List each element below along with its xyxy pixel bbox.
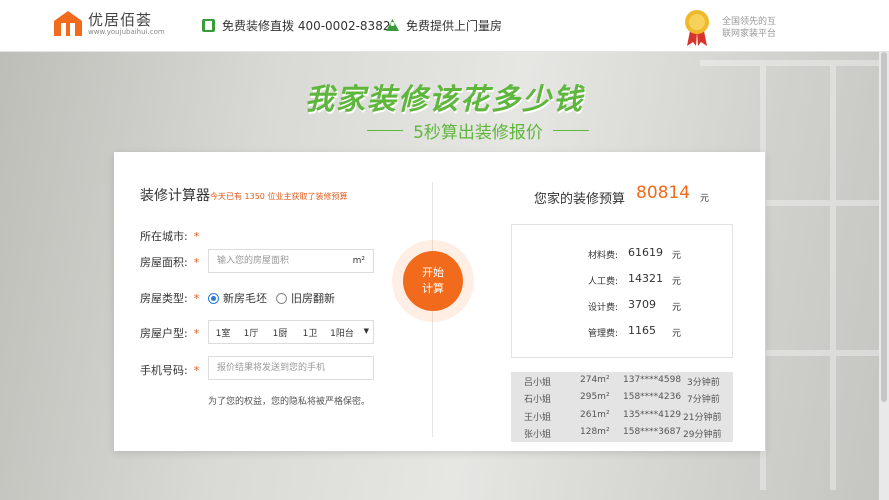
area-label-text: 房屋面积: (140, 256, 188, 269)
list-area: 295m² (580, 392, 610, 402)
list-area: 274m² (580, 375, 610, 385)
calculator-card: 装修计算器 今天已有 1350 位业主获取了装修预算 所在城市: * 房屋面积: *… (114, 152, 765, 451)
slogan: 全国领先的互联网家装平台 (722, 17, 777, 39)
fee-value: 3709 (628, 298, 656, 311)
list-area: 128m² (580, 427, 610, 437)
required-mark: * (193, 364, 200, 377)
start-button-halo: 开始 计算 (392, 240, 474, 322)
type-label-text: 房屋类型: (140, 292, 188, 305)
calculator-title: 装修计算器 (140, 188, 210, 204)
budget-label: 您家的装修预算 (534, 192, 626, 207)
area-input[interactable]: 输入您的房屋面积 m² (208, 249, 374, 273)
radio-checked-icon[interactable] (208, 292, 219, 304)
hotline-text: 免费装修直拨 400-0002-8382 (222, 19, 391, 33)
brand-url: www.youjubaihui.com (88, 28, 165, 36)
list-time: 3分钟前 (687, 378, 720, 388)
calculator-subtitle: 今天已有 1350 位业主获取了装修预算 (210, 192, 348, 201)
budget-unit: 元 (700, 194, 710, 204)
house-logo-icon[interactable] (52, 9, 84, 37)
subtitle-line-left (367, 129, 404, 131)
area-label: 房屋面积: * (140, 254, 199, 270)
fee-breakdown: 材料费: 61619 元 人工费: 14321 元 设计费: 3709 元 管理费: 1165… (511, 224, 733, 358)
city-label: 所在城市: * (140, 228, 199, 244)
layout-kitchens[interactable]: 1厨 (265, 326, 295, 339)
list-phone: 158****3687 (623, 427, 682, 437)
layout-select[interactable]: 1室 1厅 1厨 1卫 1阳台 ▼ (208, 320, 374, 344)
type-option-renovate-label: 旧房翻新 (291, 292, 335, 305)
subtitle-line-right (552, 129, 589, 131)
top-header: 优居佰荟 www.youjubaihui.com 免费装修直拨 400-0002… (0, 0, 889, 52)
required-mark: * (193, 292, 200, 305)
required-mark: * (193, 327, 200, 340)
list-item: 吕小姐 274m² 137****4598 3分钟前 (511, 372, 733, 389)
list-name: 石小姐 (524, 395, 552, 405)
fee-unit: 元 (672, 251, 682, 261)
list-phone: 135****4129 (623, 410, 682, 420)
fee-value: 14321 (628, 272, 663, 285)
onsite-service[interactable]: 免费提供上门量房 (385, 17, 502, 34)
list-phone: 137****4598 (623, 375, 682, 385)
radio-unchecked-icon[interactable] (276, 292, 287, 304)
list-name: 张小姐 (524, 430, 552, 440)
list-area: 261m² (580, 410, 610, 420)
type-option-renovate[interactable]: 旧房翻新 (276, 290, 335, 306)
measure-icon (386, 19, 399, 31)
fee-unit: 元 (672, 277, 682, 287)
fee-label: 设计费: (587, 303, 618, 313)
phone-input[interactable]: 报价结果将发送到您的手机 (208, 356, 374, 380)
type-option-new-label: 新房毛坯 (223, 292, 267, 305)
brand-name[interactable]: 优居佰荟 (88, 9, 152, 30)
fee-label: 管理费: (587, 329, 618, 339)
fee-label: 材料费: (587, 251, 618, 261)
chevron-down-icon[interactable]: ▼ (364, 327, 369, 335)
required-mark: * (193, 256, 200, 269)
hero-title: 我家装修该花多少钱 (304, 82, 584, 116)
page-scrollbar[interactable] (879, 52, 889, 500)
layout-baths[interactable]: 1卫 (295, 326, 325, 339)
layout-halls[interactable]: 1厅 (237, 326, 265, 339)
start-calculate-button[interactable]: 开始 计算 (403, 251, 463, 311)
list-time: 29分钟前 (683, 430, 722, 440)
hotline: 免费装修直拨 400-0002-8382 (201, 17, 390, 34)
type-option-new[interactable]: 新房毛坯 (208, 290, 267, 306)
required-mark: * (193, 230, 200, 243)
hero-subtitle: 5秒算出装修报价 (350, 118, 606, 143)
fee-unit: 元 (672, 329, 682, 339)
list-phone: 158****4236 (623, 392, 682, 402)
hero-subtitle-text: 5秒算出装修报价 (413, 122, 543, 143)
list-name: 吕小姐 (524, 378, 552, 388)
layout-label-text: 房屋户型: (140, 327, 188, 340)
start-button-line-2: 计算 (422, 282, 444, 295)
layout-rooms[interactable]: 1室 (209, 326, 237, 339)
privacy-note: 为了您的权益，您的隐私将被严格保密。 (208, 397, 371, 407)
area-unit: m² (352, 256, 365, 266)
fee-unit: 元 (672, 303, 682, 313)
phone-label-text: 手机号码: (140, 364, 188, 377)
budget-value: 80814 (636, 183, 691, 203)
phone-placeholder: 报价结果将发送到您的手机 (217, 363, 326, 373)
phone-label: 手机号码: * (140, 362, 199, 378)
list-time: 7分钟前 (687, 395, 720, 405)
type-label: 房屋类型: * (140, 290, 199, 306)
area-placeholder: 输入您的房屋面积 (217, 256, 290, 266)
fee-label: 人工费: (587, 277, 618, 287)
list-name: 王小姐 (524, 413, 552, 423)
layout-label: 房屋户型: * (140, 325, 199, 341)
list-item: 石小姐 295m² 158****4236 7分钟前 (511, 389, 733, 406)
list-item: 王小姐 261m² 135****4129 21分钟前 (511, 407, 733, 424)
fee-value: 1165 (628, 324, 656, 337)
list-time: 21分钟前 (683, 413, 722, 423)
service-text: 免费提供上门量房 (406, 19, 503, 33)
fee-value: 61619 (628, 246, 663, 259)
start-button-line-1: 开始 (422, 266, 444, 279)
phone-icon (202, 19, 215, 32)
list-item: 张小姐 128m² 158****3687 29分钟前 (511, 424, 733, 441)
medal-icon (685, 10, 709, 46)
layout-balconies[interactable]: 1阳台 (325, 326, 359, 339)
city-label-text: 所在城市: (140, 230, 188, 243)
recent-quotes-list: 吕小姐 274m² 137****4598 3分钟前 石小姐 295m² 158****4… (511, 372, 733, 442)
